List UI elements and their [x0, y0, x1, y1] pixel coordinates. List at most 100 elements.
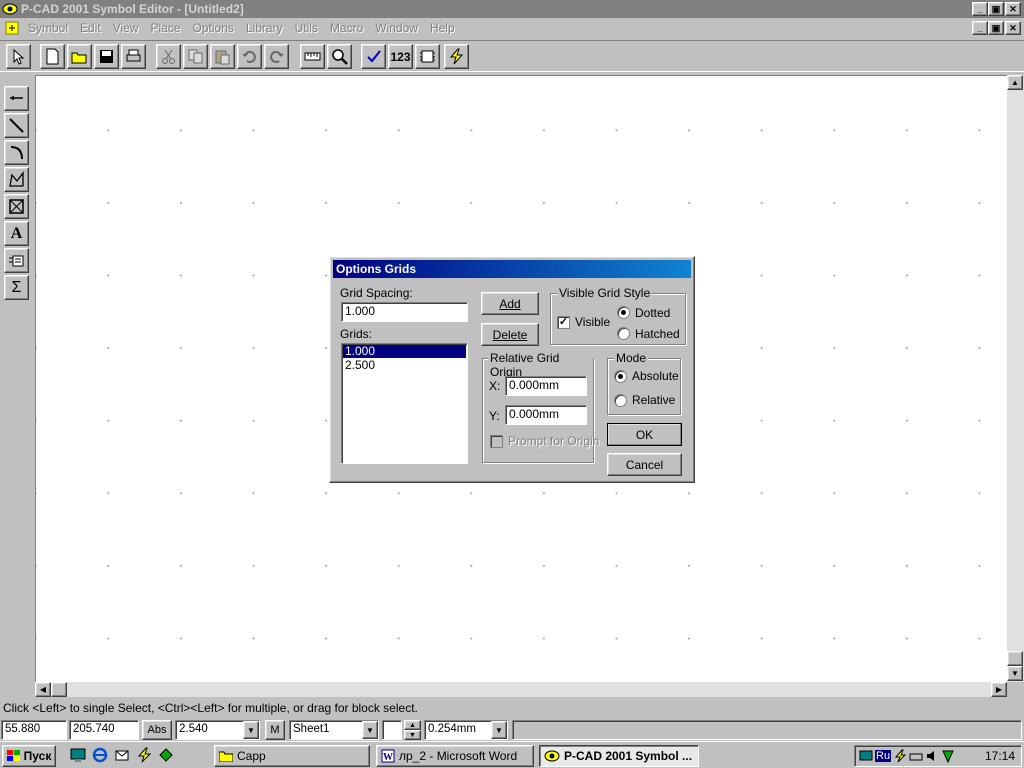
cut-icon[interactable] [156, 44, 181, 69]
grids-label: Grids: [340, 327, 373, 341]
tray-printer-icon[interactable] [909, 749, 923, 763]
check-icon[interactable] [361, 44, 386, 69]
layer-color-field[interactable] [382, 720, 402, 740]
grid-spacing-input[interactable]: 1.000 [341, 302, 468, 322]
menu-place[interactable]: Place [145, 21, 187, 35]
place-arc-icon[interactable] [4, 140, 29, 165]
undo-icon[interactable] [237, 44, 262, 69]
dropdown-arrow-icon[interactable]: ▼ [243, 721, 259, 739]
scroll-down-icon[interactable]: ▼ [1007, 666, 1023, 681]
place-text-icon[interactable]: A [4, 221, 29, 246]
menu-help[interactable]: Help [424, 21, 461, 35]
minimize-icon[interactable]: _ [972, 2, 988, 16]
sheet-select[interactable]: Sheet1 ▼ [289, 720, 379, 740]
paste-icon[interactable] [210, 44, 235, 69]
place-polygon-icon[interactable] [4, 167, 29, 192]
doc-minimize-icon[interactable]: _ [972, 21, 988, 35]
place-ref-point-icon[interactable]: Σ [4, 275, 29, 300]
language-indicator[interactable]: Ru [875, 750, 892, 762]
delete-button[interactable]: Delete [481, 323, 539, 346]
measure-ruler-icon[interactable] [300, 44, 325, 69]
scroll-right-icon[interactable]: ▶ [991, 682, 1007, 697]
menu-edit[interactable]: Edit [74, 21, 107, 35]
doc-restore-icon[interactable]: ▣ [988, 21, 1004, 35]
doc-close-icon[interactable]: ✕ [1005, 21, 1021, 35]
relative-label: Relative [632, 393, 676, 407]
outlook-express-icon[interactable] [114, 747, 130, 763]
copy-icon[interactable] [183, 44, 208, 69]
start-button[interactable]: Пуск [2, 745, 56, 767]
select-arrow-icon[interactable] [6, 44, 31, 69]
grid-size-select[interactable]: 2.540 ▼ [175, 720, 260, 740]
task-capp[interactable]: Capp [214, 745, 370, 767]
grid-list-item-1[interactable]: 1.000 [343, 345, 466, 358]
place-pin-icon[interactable] [4, 86, 29, 111]
menu-options[interactable]: Options [187, 21, 240, 35]
tray-lightning-icon[interactable] [893, 749, 907, 763]
dropdown-arrow-icon[interactable]: ▼ [362, 721, 378, 739]
channels-icon[interactable] [158, 747, 174, 763]
m-button[interactable]: M [265, 720, 285, 740]
new-file-icon[interactable] [40, 44, 65, 69]
horizontal-scrollbar[interactable]: ◀ ▶ [35, 682, 1007, 697]
visible-checkbox[interactable]: ✓ [557, 316, 570, 329]
scroll-thumb-h[interactable] [51, 682, 67, 697]
pcad-app-icon[interactable] [2, 2, 18, 16]
spin-up-icon[interactable]: ▲ [404, 720, 421, 730]
place-line-icon[interactable] [4, 113, 29, 138]
menu-library[interactable]: Library [240, 21, 289, 35]
dialog-title: Options Grids [333, 260, 691, 278]
cancel-button[interactable]: Cancel [607, 453, 682, 476]
scroll-up-icon[interactable]: ▲ [1007, 75, 1023, 90]
ok-button[interactable]: OK [607, 423, 682, 446]
hatched-radio[interactable] [617, 327, 630, 340]
task-word[interactable]: W лр_2 - Microsoft Word [376, 745, 534, 767]
task-pcad[interactable]: P-CAD 2001 Symbol ... [539, 745, 699, 767]
add-button[interactable]: Add [481, 292, 539, 315]
close-icon[interactable]: ✕ [1005, 2, 1021, 16]
scroll-left-icon[interactable]: ◀ [35, 682, 51, 697]
menu-window[interactable]: Window [369, 21, 424, 35]
place-field-icon[interactable] [4, 194, 29, 219]
spin-down-icon[interactable]: ▼ [404, 730, 421, 740]
symbol-wizard-icon[interactable] [415, 44, 440, 69]
relative-radio[interactable] [614, 394, 627, 407]
visible-label: Visible [575, 315, 611, 329]
dotted-radio[interactable] [617, 306, 630, 319]
lightning-app-icon[interactable] [136, 747, 152, 763]
save-icon[interactable] [94, 44, 119, 69]
tray-antivirus-icon[interactable] [941, 749, 955, 763]
vertical-scrollbar[interactable]: ▲ ▼ [1007, 75, 1024, 682]
lightning-icon[interactable] [444, 44, 469, 69]
symbol-doc-icon[interactable] [4, 20, 20, 36]
scroll-thumb-v[interactable] [1007, 651, 1023, 666]
redo-icon[interactable] [264, 44, 289, 69]
absolute-radio[interactable] [614, 370, 627, 383]
dropdown-arrow-icon[interactable]: ▼ [491, 721, 507, 739]
y-coordinate-field[interactable]: 205.740 [69, 720, 139, 740]
tray-network-icon[interactable] [859, 749, 873, 763]
prompt-origin-checkbox[interactable] [490, 435, 503, 448]
place-attribute-icon[interactable] [4, 248, 29, 273]
renumber-button[interactable]: 123 [388, 44, 413, 69]
restore-icon[interactable]: ▣ [988, 2, 1004, 16]
zoom-icon[interactable] [327, 44, 352, 69]
y-origin-input[interactable]: 0.000mm [505, 405, 587, 425]
menu-symbol[interactable]: Symbol [22, 21, 74, 35]
menu-macro[interactable]: Macro [324, 21, 369, 35]
open-folder-icon[interactable] [67, 44, 92, 69]
dotted-label: Dotted [635, 306, 671, 320]
abs-button[interactable]: Abs [142, 720, 172, 740]
x-origin-label: X: [489, 379, 501, 393]
menu-utils[interactable]: Utils [289, 21, 324, 35]
menu-view[interactable]: View [107, 21, 145, 35]
line-width-select[interactable]: 0.254mm ▼ [424, 720, 508, 740]
x-coordinate-field[interactable]: 55.880 [1, 720, 67, 740]
desktop-icon[interactable] [70, 747, 86, 763]
grids-list[interactable]: 1.000 2.500 [341, 343, 468, 464]
print-icon[interactable] [121, 44, 146, 69]
x-origin-input[interactable]: 0.000mm [505, 376, 587, 396]
internet-explorer-icon[interactable] [92, 747, 108, 763]
tray-volume-icon[interactable] [925, 749, 939, 763]
grid-list-item-2[interactable]: 2.500 [343, 359, 466, 372]
